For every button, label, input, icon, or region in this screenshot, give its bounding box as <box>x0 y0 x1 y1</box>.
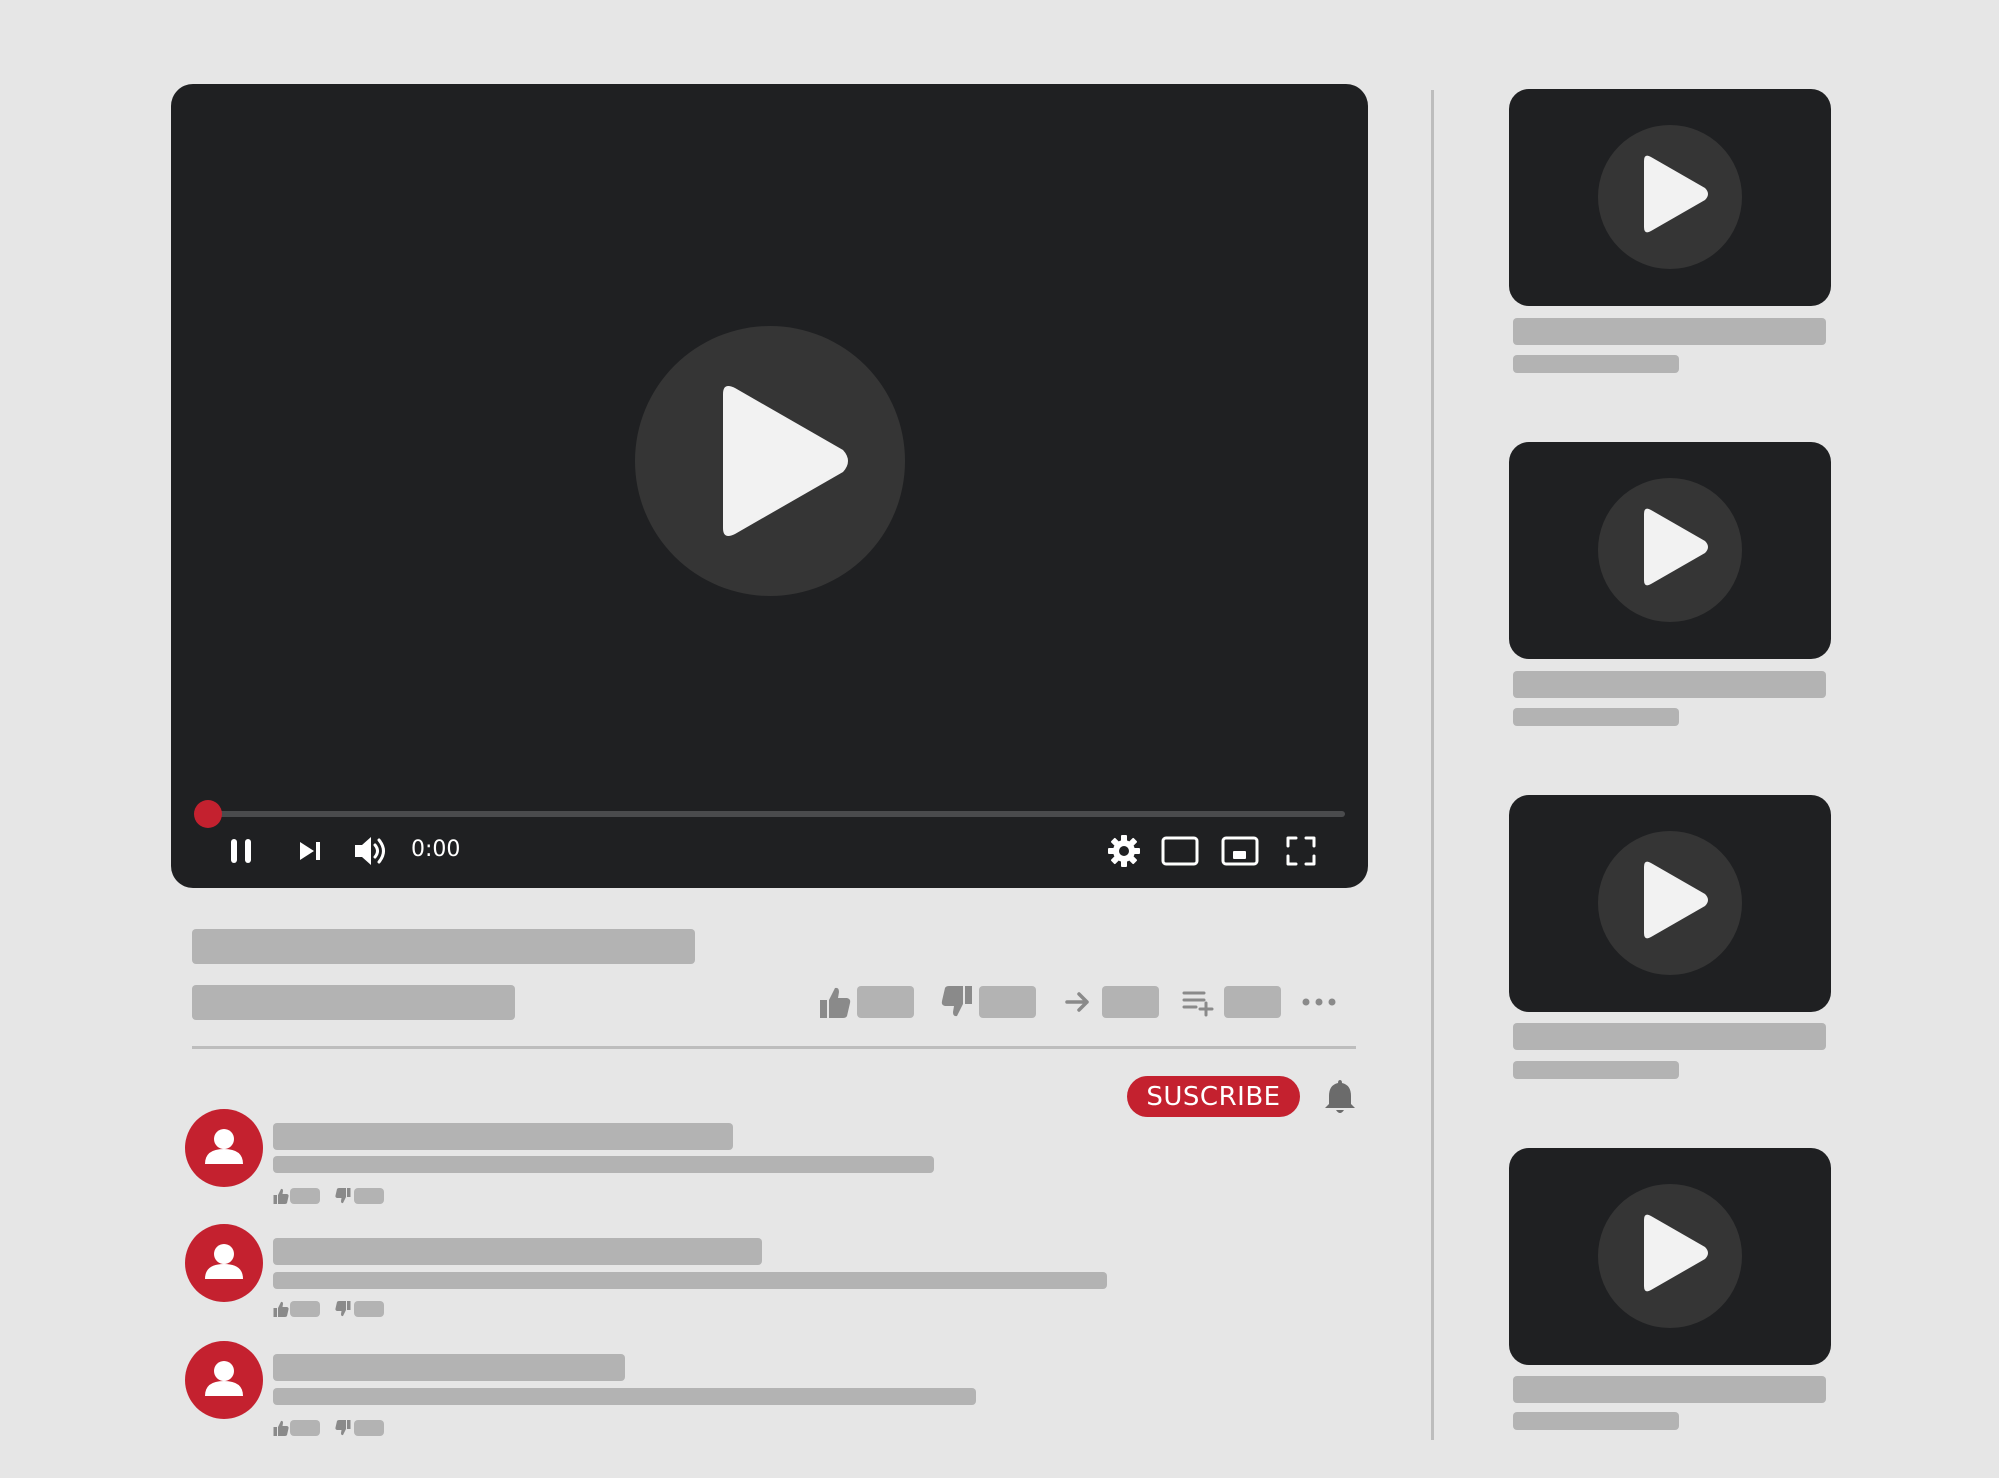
thumbs-up-icon[interactable] <box>272 1419 290 1437</box>
video-thumbnail[interactable] <box>1509 89 1831 306</box>
save-button[interactable] <box>1182 984 1281 1020</box>
time-display: 0:00 <box>411 837 461 862</box>
play-icon <box>723 386 848 536</box>
like-button[interactable] <box>818 984 914 1020</box>
comment-author-placeholder <box>273 1238 762 1265</box>
progress-bar[interactable] <box>195 811 1345 817</box>
comment-text-placeholder <box>273 1272 1107 1289</box>
more-icon <box>1302 998 1336 1006</box>
video-thumbnail[interactable] <box>1509 1148 1831 1365</box>
thumbnail-play-button <box>1598 1184 1742 1328</box>
like-count-placeholder <box>857 986 914 1018</box>
more-button[interactable] <box>1300 990 1340 1014</box>
dislike-count-placeholder <box>979 986 1036 1018</box>
video-title-placeholder <box>1513 1376 1826 1403</box>
recommended-video-card[interactable] <box>1509 795 1833 1085</box>
fullscreen-button[interactable] <box>1283 834 1319 868</box>
channel-info-placeholder <box>192 985 515 1020</box>
video-title-placeholder <box>1513 671 1826 698</box>
volume-icon <box>355 837 385 865</box>
comment-author-placeholder <box>273 1123 733 1150</box>
thumbnail-play-button <box>1598 831 1742 975</box>
user-icon <box>205 1361 243 1396</box>
dislike-button[interactable] <box>940 984 1036 1020</box>
video-thumbnail[interactable] <box>1509 442 1831 659</box>
recommended-video-card[interactable] <box>1509 89 1833 379</box>
share-button[interactable] <box>1064 984 1159 1020</box>
video-player[interactable]: 0:00 <box>171 84 1368 888</box>
gear-icon <box>1108 835 1140 867</box>
comment-text-placeholder <box>273 1156 934 1173</box>
recommended-video-card[interactable] <box>1509 1148 1833 1438</box>
comment-like-count-placeholder <box>290 1188 320 1204</box>
comment-dislike-count-placeholder <box>354 1301 384 1317</box>
volume-button[interactable] <box>351 832 391 870</box>
comment-item <box>185 1109 1185 1207</box>
avatar[interactable] <box>185 1109 263 1187</box>
avatar[interactable] <box>185 1341 263 1419</box>
next-button[interactable] <box>295 836 325 866</box>
settings-button[interactable] <box>1105 832 1143 870</box>
comment-like-count-placeholder <box>290 1420 320 1436</box>
video-meta-placeholder <box>1513 1061 1679 1079</box>
comment-like-count-placeholder <box>290 1301 320 1317</box>
pause-button[interactable] <box>223 834 259 868</box>
comment-dislike-count-placeholder <box>354 1188 384 1204</box>
play-button[interactable] <box>635 326 905 596</box>
thumbs-down-icon <box>941 986 972 1017</box>
video-thumbnail[interactable] <box>1509 795 1831 1012</box>
thumbs-up-icon[interactable] <box>272 1300 290 1318</box>
horizontal-divider <box>192 1046 1356 1049</box>
save-label-placeholder <box>1224 986 1281 1018</box>
video-title-placeholder <box>192 929 695 964</box>
thumbnail-play-button <box>1598 125 1742 269</box>
theater-mode-icon <box>1161 836 1199 866</box>
video-title-placeholder <box>1513 1023 1826 1050</box>
video-meta-placeholder <box>1513 708 1679 726</box>
pause-icon <box>231 839 251 863</box>
avatar[interactable] <box>185 1224 263 1302</box>
video-meta-placeholder <box>1513 355 1679 373</box>
comment-dislike-count-placeholder <box>354 1420 384 1436</box>
notification-bell-button[interactable] <box>1324 1077 1356 1117</box>
sidebar-divider <box>1431 90 1434 1440</box>
recommended-video-card[interactable] <box>1509 442 1833 732</box>
comment-item <box>185 1224 1185 1322</box>
miniplayer-button[interactable] <box>1220 834 1260 868</box>
video-meta-placeholder <box>1513 1412 1679 1430</box>
add-to-playlist-icon <box>1182 991 1214 1017</box>
thumbs-down-icon[interactable] <box>334 1300 352 1318</box>
thumbs-up-icon[interactable] <box>272 1187 290 1205</box>
progress-scrubber[interactable] <box>194 800 222 828</box>
theater-mode-button[interactable] <box>1160 834 1200 868</box>
video-title-placeholder <box>1513 318 1826 345</box>
thumbs-up-icon <box>820 987 851 1018</box>
comment-author-placeholder <box>273 1354 625 1381</box>
play-icon <box>1644 861 1708 939</box>
skip-next-icon <box>300 842 320 860</box>
user-icon <box>205 1129 243 1164</box>
fullscreen-icon <box>1286 836 1316 866</box>
comment-item <box>185 1341 1185 1439</box>
play-icon <box>1644 508 1708 586</box>
share-icon <box>1065 992 1089 1012</box>
share-label-placeholder <box>1102 986 1159 1018</box>
play-icon <box>1644 1214 1708 1292</box>
comment-text-placeholder <box>273 1388 976 1405</box>
user-icon <box>205 1244 243 1279</box>
thumbs-down-icon[interactable] <box>334 1187 352 1205</box>
bell-icon <box>1325 1080 1355 1113</box>
thumbnail-play-button <box>1598 478 1742 622</box>
play-icon <box>1644 155 1708 233</box>
miniplayer-icon <box>1221 836 1259 866</box>
thumbs-down-icon[interactable] <box>334 1419 352 1437</box>
